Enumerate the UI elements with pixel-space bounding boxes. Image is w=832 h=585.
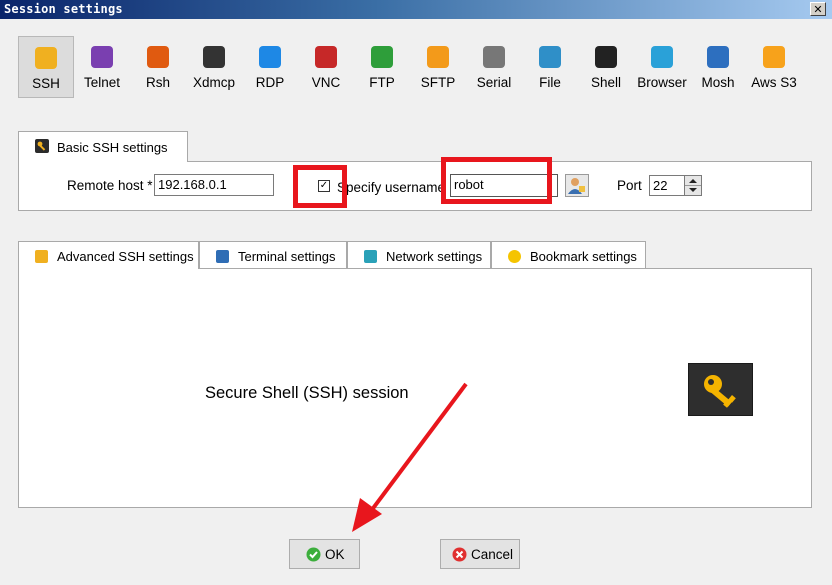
session-type-label: Aws S3 xyxy=(751,75,797,90)
session-type-serial[interactable]: Serial xyxy=(466,36,522,98)
tab-basic-label: Basic SSH settings xyxy=(57,140,168,155)
ftp-icon xyxy=(371,46,393,68)
tab-label: Network settings xyxy=(386,249,483,264)
session-type-shell[interactable]: Shell xyxy=(578,36,634,98)
port-stepper[interactable] xyxy=(684,175,702,196)
close-button[interactable]: ✕ xyxy=(810,2,826,16)
remote-host-label: Remote host * xyxy=(67,178,153,193)
tab-bookmark-settings[interactable]: Bookmark settings xyxy=(491,241,646,269)
session-type-label: Shell xyxy=(590,75,622,90)
session-type-rsh[interactable]: Rsh xyxy=(130,36,186,98)
session-type-label: VNC xyxy=(311,75,341,90)
session-type-label: Telnet xyxy=(83,75,121,90)
ssh-key-large-icon xyxy=(688,363,753,416)
window-title: Session settings xyxy=(4,2,123,16)
telnet-icon xyxy=(91,46,113,68)
session-type-label: SSH xyxy=(32,76,60,91)
rdp-icon xyxy=(259,46,281,68)
tab-basic-ssh-settings[interactable]: Basic SSH settings xyxy=(18,131,188,162)
ok-label: OK xyxy=(325,547,345,562)
cancel-icon xyxy=(452,547,467,562)
tab-terminal-settings[interactable]: Terminal settings xyxy=(199,241,347,269)
network-icon xyxy=(364,250,377,263)
serial-icon xyxy=(483,46,505,68)
port-input[interactable]: 22 xyxy=(649,175,685,196)
ssh-key-icon xyxy=(35,139,49,153)
session-type-label: SFTP xyxy=(420,75,456,90)
arrow-down-icon xyxy=(689,188,697,192)
session-type-telnet[interactable]: Telnet xyxy=(74,36,130,98)
session-type-vnc[interactable]: VNC xyxy=(298,36,354,98)
annotation-box-checkbox xyxy=(293,165,347,208)
rsh-icon xyxy=(147,46,169,68)
tab-advanced-ssh-settings[interactable]: Advanced SSH settings xyxy=(18,241,199,269)
shell-icon xyxy=(595,46,617,68)
ssh-key-icon xyxy=(35,47,57,69)
session-type-label: Xdmcp xyxy=(192,75,236,90)
tab-label: Terminal settings xyxy=(238,249,336,264)
session-type-xdmcp[interactable]: Xdmcp xyxy=(186,36,242,98)
session-type-file[interactable]: File xyxy=(522,36,578,98)
mosh-icon xyxy=(707,46,729,68)
tab-network-settings[interactable]: Network settings xyxy=(347,241,491,269)
title-bar xyxy=(0,0,832,19)
xdmcp-icon xyxy=(203,46,225,68)
file-icon xyxy=(539,46,561,68)
session-type-sftp[interactable]: SFTP xyxy=(410,36,466,98)
port-label: Port xyxy=(617,178,642,193)
session-type-label: RDP xyxy=(255,75,285,90)
session-type-aws-s3[interactable]: Aws S3 xyxy=(746,36,802,98)
session-type-ftp[interactable]: FTP xyxy=(354,36,410,98)
sftp-icon xyxy=(427,46,449,68)
session-type-ssh[interactable]: SSH xyxy=(18,36,74,98)
user-icon xyxy=(568,178,585,194)
tab-label: Advanced SSH settings xyxy=(57,249,194,264)
cancel-label: Cancel xyxy=(471,547,514,562)
arrow-up-icon xyxy=(689,179,697,183)
session-type-label: FTP xyxy=(369,75,395,90)
browser-icon xyxy=(651,46,673,68)
session-type-label: Mosh xyxy=(701,75,735,90)
user-manager-button[interactable] xyxy=(565,174,589,197)
cancel-button[interactable]: Cancel xyxy=(440,539,520,569)
star-icon xyxy=(508,250,521,263)
tab-label: Bookmark settings xyxy=(530,249,637,264)
session-type-browser[interactable]: Browser xyxy=(634,36,690,98)
session-type-label: File xyxy=(539,75,561,90)
aws-s3-icon xyxy=(763,46,785,68)
session-type-label: Browser xyxy=(637,75,687,90)
annotation-box-username xyxy=(441,157,552,204)
check-icon xyxy=(306,547,321,562)
terminal-icon xyxy=(216,250,229,263)
ok-button[interactable]: OK xyxy=(289,539,360,569)
specify-username-label: Specify username xyxy=(337,180,446,195)
ssh-key-icon xyxy=(35,250,48,263)
session-type-label: Rsh xyxy=(145,75,170,90)
annotation-arrow xyxy=(352,382,468,532)
session-type-label: Serial xyxy=(476,75,512,90)
remote-host-input[interactable]: 192.168.0.1 xyxy=(154,174,274,196)
session-type-mosh[interactable]: Mosh xyxy=(690,36,746,98)
vnc-icon xyxy=(315,46,337,68)
session-type-rdp[interactable]: RDP xyxy=(242,36,298,98)
